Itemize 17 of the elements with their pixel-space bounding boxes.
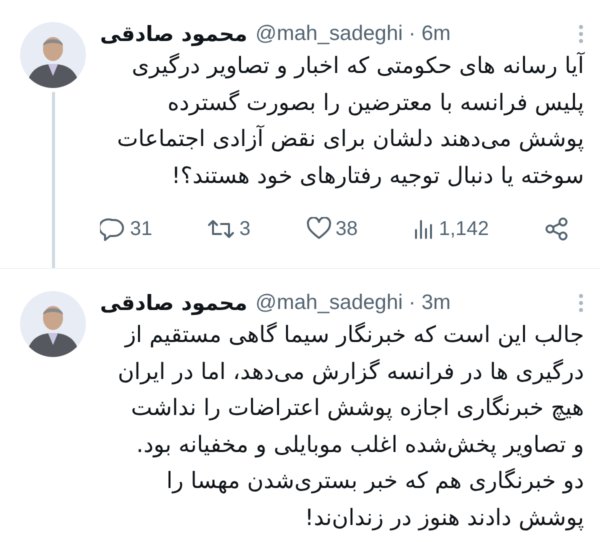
tweet-text: جالب این است که خبرنگار سیما گاهی مستقیم از درگیری ها در فرانسه گزارش می‌دهد، اما در ایران هیچ خبرنگاری اجازه پوشش اعتراضات را نداشت و تصاویر پخش‌شده اغلب موبایلی و مخفیانه بود. دو خبرنگاری هم که خبر بستری‌شدن مهسا را پوشش دادند هنوز در زندان‌ند! xyxy=(116,321,584,532)
action-count: 31 xyxy=(130,218,152,240)
tweet-text: آیا رسانه های حکومتی که اخبار و تصاویر درگیری پلیس فرانسه با معترضین را بصورت گسترده پوشش می‌دهند دلشان برای نقض آزادی اجتماعات سوخته یا دنبال توجیه رفتارهای خود هستند؟! xyxy=(116,51,584,190)
author-name[interactable]: محمود صادقی xyxy=(100,291,248,315)
heart-icon[interactable] xyxy=(306,217,332,241)
author-name[interactable]: محمود صادقی xyxy=(100,22,248,46)
author-handle[interactable]: @mah_sadeghi · 3m xyxy=(255,291,451,315)
reply-icon[interactable] xyxy=(100,217,126,241)
action-count: 1,142 xyxy=(438,218,489,240)
avatar[interactable] xyxy=(20,22,86,88)
share-icon[interactable] xyxy=(544,216,570,242)
bar-chart-icon[interactable] xyxy=(412,218,435,240)
action-count: 38 xyxy=(336,218,358,240)
action-count: 3 xyxy=(239,218,250,240)
retweet-icon[interactable] xyxy=(207,218,236,240)
author-handle[interactable]: @mah_sadeghi · 6m xyxy=(255,22,451,46)
avatar[interactable] xyxy=(20,291,86,357)
